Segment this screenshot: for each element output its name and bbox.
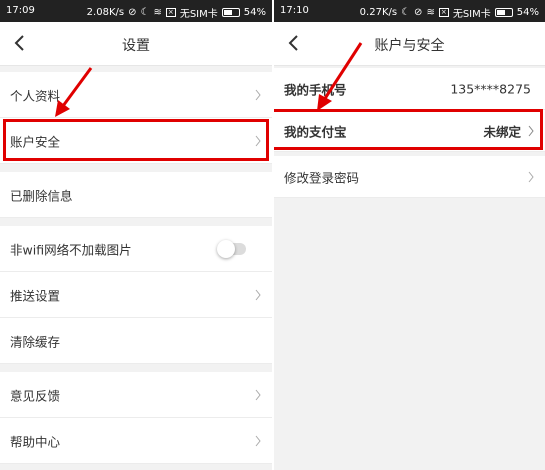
moon-icon: ☾ [401, 6, 411, 18]
status-time: 17:10 [280, 5, 309, 16]
sim-status: 无SIM卡 [452, 9, 491, 20]
wifi-icon: ≋ [153, 6, 162, 18]
alipay-status-value: 未绑定 [483, 124, 521, 139]
chevron-right-icon [255, 289, 261, 300]
status-bar: 17:10 0.27K/s ☾ ⊘ ≋ × 无SIM卡 54% [274, 0, 545, 22]
network-speed: 2.08K/s [86, 7, 125, 18]
settings-item-feedback[interactable]: 意见反馈 [0, 372, 272, 418]
chevron-right-icon [528, 125, 534, 136]
page-title: 账户与安全 [374, 38, 445, 54]
account-item-alipay[interactable]: 我的支付宝 未绑定 [274, 110, 545, 152]
battery-percent: 54% [243, 7, 266, 18]
wifi-icon: ≋ [426, 6, 435, 18]
toggle-knob [217, 239, 235, 258]
chevron-right-icon [255, 135, 261, 146]
battery-percent: 54% [516, 7, 539, 18]
network-speed: 0.27K/s [359, 7, 398, 18]
settings-screen: 17:09 2.08K/s ⊘ ☾ ≋ × 无SIM卡 54% 设置 个人资料 … [0, 0, 272, 470]
battery-icon [221, 8, 240, 17]
account-security-screen: 17:10 0.27K/s ☾ ⊘ ≋ × 无SIM卡 54% 账户与安全 我的… [274, 0, 545, 470]
sim-card-icon: × [438, 8, 449, 17]
chevron-right-icon [255, 435, 261, 446]
page-title: 设置 [122, 38, 150, 54]
status-bar: 17:09 2.08K/s ⊘ ☾ ≋ × 无SIM卡 54% [0, 0, 272, 22]
alarm-off-icon: ⊘ [414, 6, 423, 18]
phone-number-value: 135****8275 [450, 81, 531, 96]
settings-item-help[interactable]: 帮助中心 [0, 418, 272, 464]
status-time: 17:09 [6, 5, 35, 16]
sim-card-icon: × [165, 8, 176, 17]
settings-item-clear-cache[interactable]: 清除缓存 [0, 318, 272, 364]
account-item-change-password[interactable]: 修改登录密码 [274, 156, 545, 198]
moon-icon: ☾ [140, 6, 150, 18]
chevron-right-icon [528, 171, 534, 182]
settings-item-account-security[interactable]: 账户安全 [0, 118, 272, 164]
images-toggle[interactable] [217, 239, 246, 258]
settings-item-deleted-messages[interactable]: 已删除信息 [0, 172, 272, 218]
title-bar: 账户与安全 [274, 22, 545, 66]
title-bar: 设置 [0, 22, 272, 66]
settings-item-profile[interactable]: 个人资料 [0, 72, 272, 118]
chevron-right-icon [255, 389, 261, 400]
alarm-off-icon: ⊘ [128, 6, 137, 18]
settings-item-push[interactable]: 推送设置 [0, 272, 272, 318]
account-item-phone: 我的手机号 135****8275 [274, 68, 545, 110]
chevron-right-icon [255, 89, 261, 100]
settings-item-no-images-on-mobile: 非wifi网络不加载图片 [0, 226, 272, 272]
battery-icon [494, 8, 513, 17]
sim-status: 无SIM卡 [179, 9, 218, 20]
